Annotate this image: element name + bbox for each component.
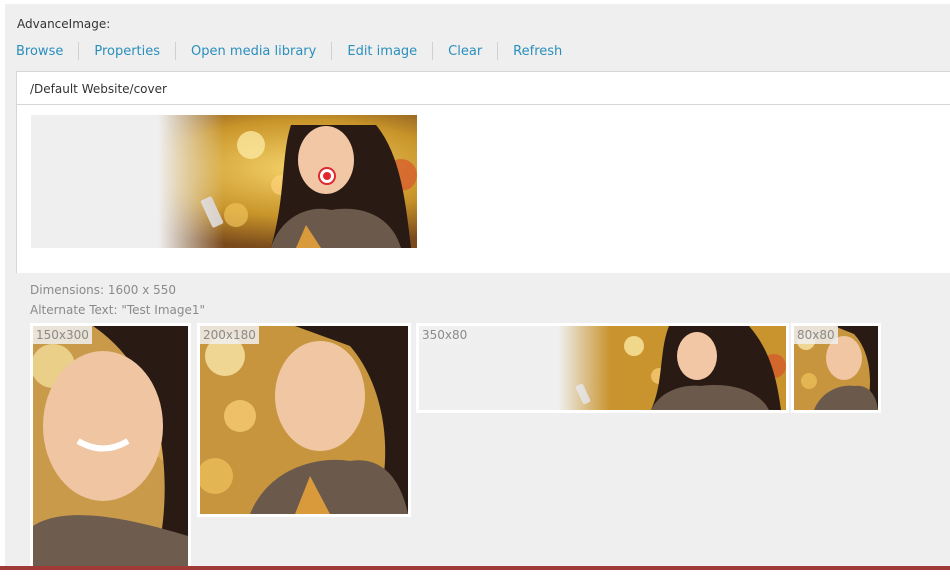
image-alt-text: Alternate Text: "Test Image1": [30, 303, 206, 317]
clear-button[interactable]: Clear: [448, 44, 482, 59]
toolbar-divider: [432, 42, 434, 60]
refresh-button[interactable]: Refresh: [513, 44, 562, 59]
toolbar-divider: [331, 42, 333, 60]
thumbnail-150x300[interactable]: 150x300: [30, 323, 191, 566]
toolbar-divider: [78, 42, 80, 60]
thumbnail-size-label: 80x80: [794, 326, 838, 344]
thumbnail-200x180[interactable]: 200x180: [197, 323, 411, 517]
toolbar-divider: [497, 42, 499, 60]
browse-button[interactable]: Browse: [16, 44, 63, 59]
thumbnail-size-label: 150x300: [33, 326, 92, 344]
properties-button[interactable]: Properties: [94, 44, 160, 59]
image-toolbar: Browse Properties Open media library Edi…: [16, 41, 562, 61]
field-label: AdvanceImage:: [17, 17, 111, 31]
thumbnail-80x80[interactable]: 80x80: [791, 323, 881, 413]
cover-image-preview[interactable]: [31, 115, 417, 248]
image-preview-area: [16, 105, 950, 273]
open-media-library-button[interactable]: Open media library: [191, 44, 316, 59]
thumbnail-350x80[interactable]: 350x80: [416, 323, 789, 413]
bottom-accent-bar: [0, 566, 950, 570]
edit-image-button[interactable]: Edit image: [347, 44, 417, 59]
thumbnail-size-label: 350x80: [419, 326, 471, 344]
image-path: /Default Website/cover: [30, 82, 167, 96]
toolbar-divider: [175, 42, 177, 60]
image-dimensions: Dimensions: 1600 x 550: [30, 283, 177, 297]
focus-point-marker[interactable]: [318, 167, 336, 185]
image-path-bar: /Default Website/cover: [16, 71, 950, 105]
thumbnail-size-label: 200x180: [200, 326, 259, 344]
advance-image-field: AdvanceImage: Browse Properties Open med…: [5, 4, 950, 566]
